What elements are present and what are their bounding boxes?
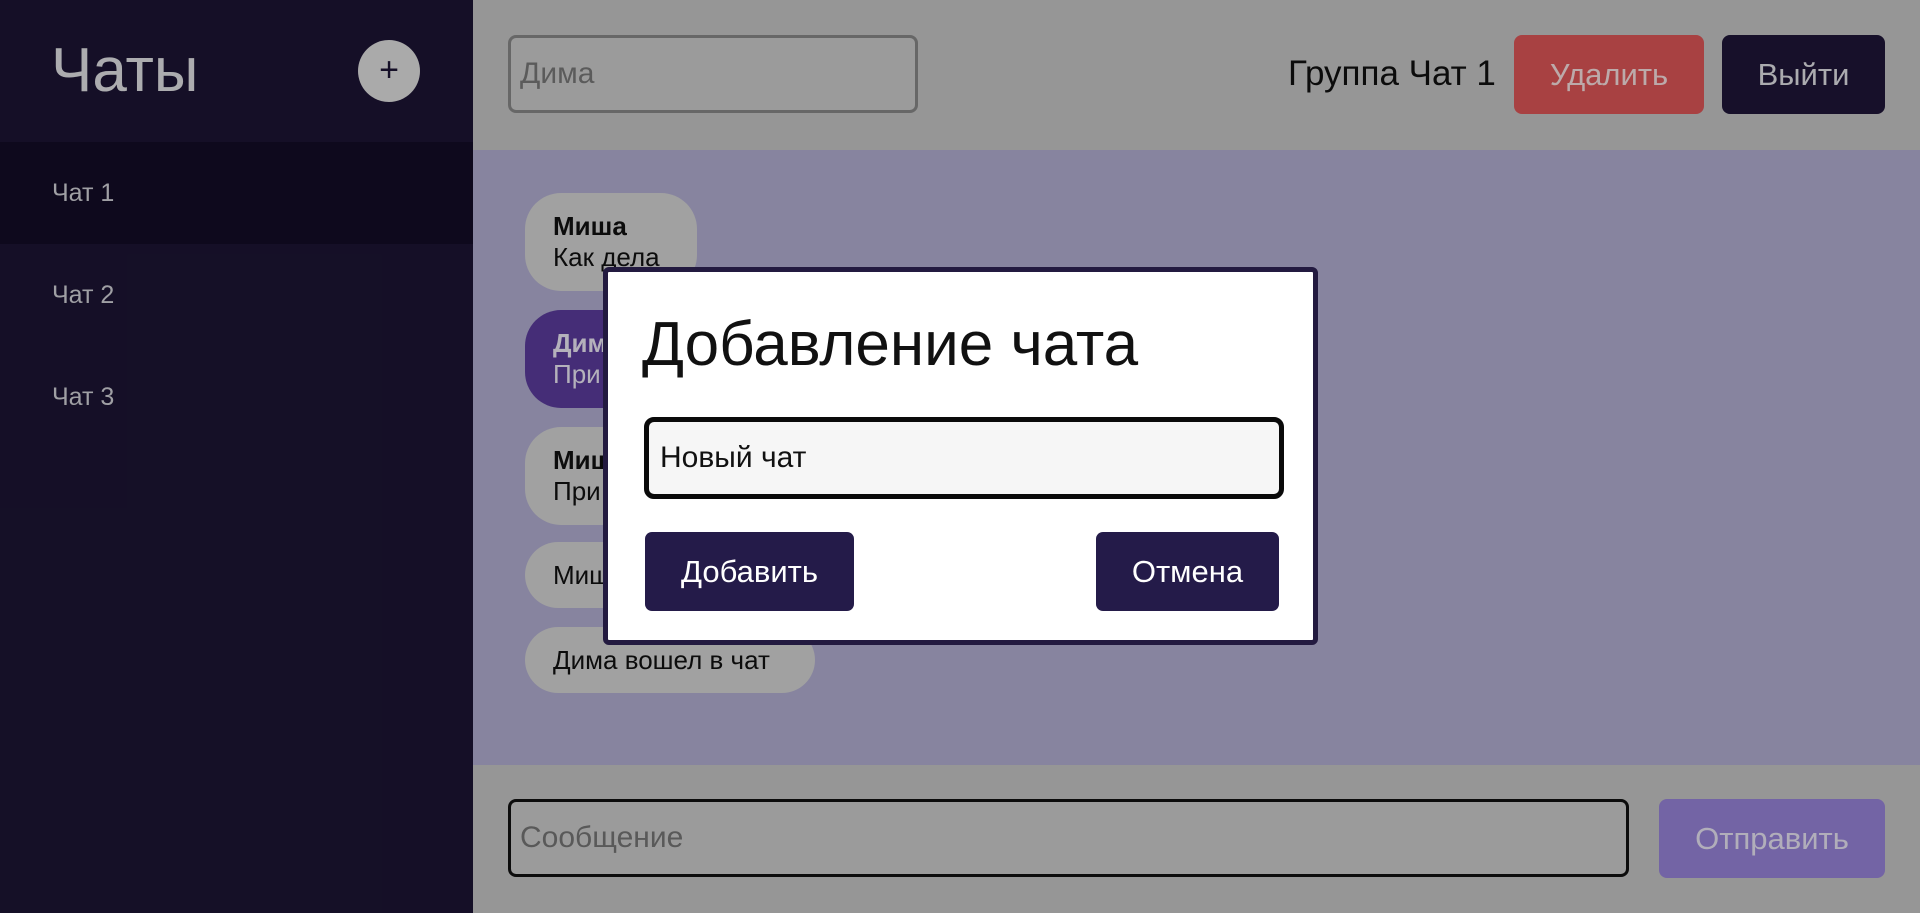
dialog-cancel-button[interactable]: Отмена xyxy=(1096,532,1279,611)
chat-name-input[interactable]: Новый чат xyxy=(644,417,1284,499)
add-chat-dialog: Добавление чата Новый чат Добавить Отмен… xyxy=(603,267,1318,645)
dialog-title: Добавление чата xyxy=(642,310,1139,379)
dialog-add-button[interactable]: Добавить xyxy=(645,532,854,611)
